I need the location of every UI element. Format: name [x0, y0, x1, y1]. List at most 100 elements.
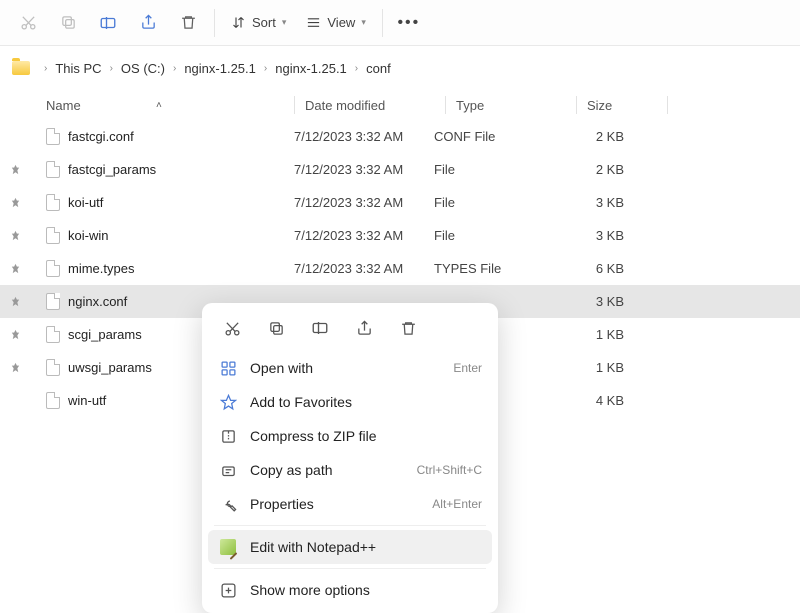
pin-icon	[10, 164, 26, 175]
context-menu: Open with Enter Add to Favorites Compres…	[202, 303, 498, 613]
file-name: fastcgi.conf	[68, 129, 134, 144]
context-menu-item[interactable]: Edit with Notepad++	[208, 530, 492, 564]
chevron-down-icon: ▾	[361, 17, 366, 28]
context-menu-item[interactable]: Show more options	[208, 573, 492, 607]
file-date: 7/12/2023 3:32 AM	[294, 261, 434, 276]
zip-icon	[218, 428, 238, 445]
copy-icon[interactable]	[256, 311, 296, 345]
file-size: 3 KB	[554, 228, 634, 243]
view-button[interactable]: View ▾	[296, 15, 375, 30]
column-type[interactable]: Type	[456, 98, 576, 113]
context-menu-item[interactable]: Add to Favorites	[208, 385, 492, 419]
table-row[interactable]: mime.types 7/12/2023 3:32 AM TYPES File …	[0, 252, 800, 285]
file-date: 7/12/2023 3:32 AM	[294, 129, 434, 144]
pin-icon	[10, 329, 26, 340]
folder-icon	[12, 61, 30, 75]
file-name: koi-utf	[68, 195, 103, 210]
table-row[interactable]: fastcgi_params 7/12/2023 3:32 AM File 2 …	[0, 153, 800, 186]
file-type: File	[434, 162, 554, 177]
file-date: 7/12/2023 3:32 AM	[294, 228, 434, 243]
chevron-right-icon: ›	[173, 63, 176, 74]
chevron-right-icon: ›	[44, 63, 47, 74]
context-item-label: Compress to ZIP file	[250, 428, 470, 444]
table-row[interactable]: koi-utf 7/12/2023 3:32 AM File 3 KB	[0, 186, 800, 219]
file-type: TYPES File	[434, 261, 554, 276]
pin-icon	[10, 197, 26, 208]
openwith-icon	[218, 360, 238, 377]
file-date: 7/12/2023 3:32 AM	[294, 162, 434, 177]
context-item-label: Show more options	[250, 582, 470, 598]
separator	[382, 9, 383, 37]
share-icon[interactable]	[128, 3, 168, 43]
context-menu-item[interactable]: Compress to ZIP file	[208, 419, 492, 453]
context-item-label: Open with	[250, 360, 441, 376]
chevron-right-icon: ›	[264, 63, 267, 74]
copy-icon[interactable]	[48, 3, 88, 43]
view-label: View	[327, 15, 355, 30]
pin-icon	[10, 296, 26, 307]
file-date: 7/12/2023 3:32 AM	[294, 195, 434, 210]
file-size: 2 KB	[554, 129, 634, 144]
file-icon	[46, 128, 60, 145]
file-icon	[46, 326, 60, 343]
breadcrumb-item[interactable]: nginx-1.25.1	[184, 61, 256, 76]
star-icon	[218, 394, 238, 411]
pin-icon	[10, 230, 26, 241]
column-size[interactable]: Size	[587, 98, 667, 113]
separator	[214, 9, 215, 37]
column-divider[interactable]	[294, 96, 295, 114]
more-icon	[218, 582, 238, 599]
delete-icon[interactable]	[168, 3, 208, 43]
context-item-label: Copy as path	[250, 462, 405, 478]
breadcrumb[interactable]: › This PC › OS (C:) › nginx-1.25.1 › ngi…	[0, 46, 800, 90]
sort-label: Sort	[252, 15, 276, 30]
file-type: File	[434, 228, 554, 243]
rename-icon[interactable]	[88, 3, 128, 43]
breadcrumb-item[interactable]: conf	[366, 61, 391, 76]
more-icon[interactable]: •••	[389, 3, 429, 43]
column-date[interactable]: Date modified	[305, 98, 445, 113]
table-row[interactable]: koi-win 7/12/2023 3:32 AM File 3 KB	[0, 219, 800, 252]
breadcrumb-item[interactable]: OS (C:)	[121, 61, 165, 76]
context-item-shortcut: Ctrl+Shift+C	[417, 463, 482, 477]
context-item-label: Properties	[250, 496, 420, 512]
copypath-icon	[218, 462, 238, 479]
file-icon	[46, 161, 60, 178]
pin-icon	[10, 263, 26, 274]
file-type: File	[434, 195, 554, 210]
chevron-right-icon: ›	[355, 63, 358, 74]
delete-icon[interactable]	[388, 311, 428, 345]
context-item-shortcut: Alt+Enter	[432, 497, 482, 511]
breadcrumb-item[interactable]: nginx-1.25.1	[275, 61, 347, 76]
wrench-icon	[218, 496, 238, 513]
file-size: 1 KB	[554, 360, 634, 375]
cut-icon[interactable]	[8, 3, 48, 43]
column-divider[interactable]	[667, 96, 668, 114]
share-icon[interactable]	[344, 311, 384, 345]
file-name: uwsgi_params	[68, 360, 152, 375]
context-menu-item[interactable]: Copy as path Ctrl+Shift+C	[208, 453, 492, 487]
column-divider[interactable]	[576, 96, 577, 114]
table-row[interactable]: fastcgi.conf 7/12/2023 3:32 AM CONF File…	[0, 120, 800, 153]
rename-icon[interactable]	[300, 311, 340, 345]
sort-button[interactable]: Sort ▾	[221, 15, 296, 30]
file-icon	[46, 260, 60, 277]
context-quick-actions	[208, 309, 492, 351]
file-size: 4 KB	[554, 393, 634, 408]
file-type: CONF File	[434, 129, 554, 144]
context-menu-item[interactable]: Open with Enter	[208, 351, 492, 385]
toolbar: Sort ▾ View ▾ •••	[0, 0, 800, 46]
context-menu-item[interactable]: Properties Alt+Enter	[208, 487, 492, 521]
file-size: 3 KB	[554, 195, 634, 210]
cut-icon[interactable]	[212, 311, 252, 345]
sort-asc-icon: ˄	[156, 100, 162, 111]
file-size: 3 KB	[554, 294, 634, 309]
context-item-label: Edit with Notepad++	[250, 539, 470, 555]
npp-icon	[218, 539, 238, 555]
column-divider[interactable]	[445, 96, 446, 114]
file-icon	[46, 227, 60, 244]
file-name: koi-win	[68, 228, 108, 243]
column-name[interactable]: Name ˄	[46, 98, 294, 113]
breadcrumb-item[interactable]: This PC	[55, 61, 101, 76]
file-icon	[46, 293, 60, 310]
